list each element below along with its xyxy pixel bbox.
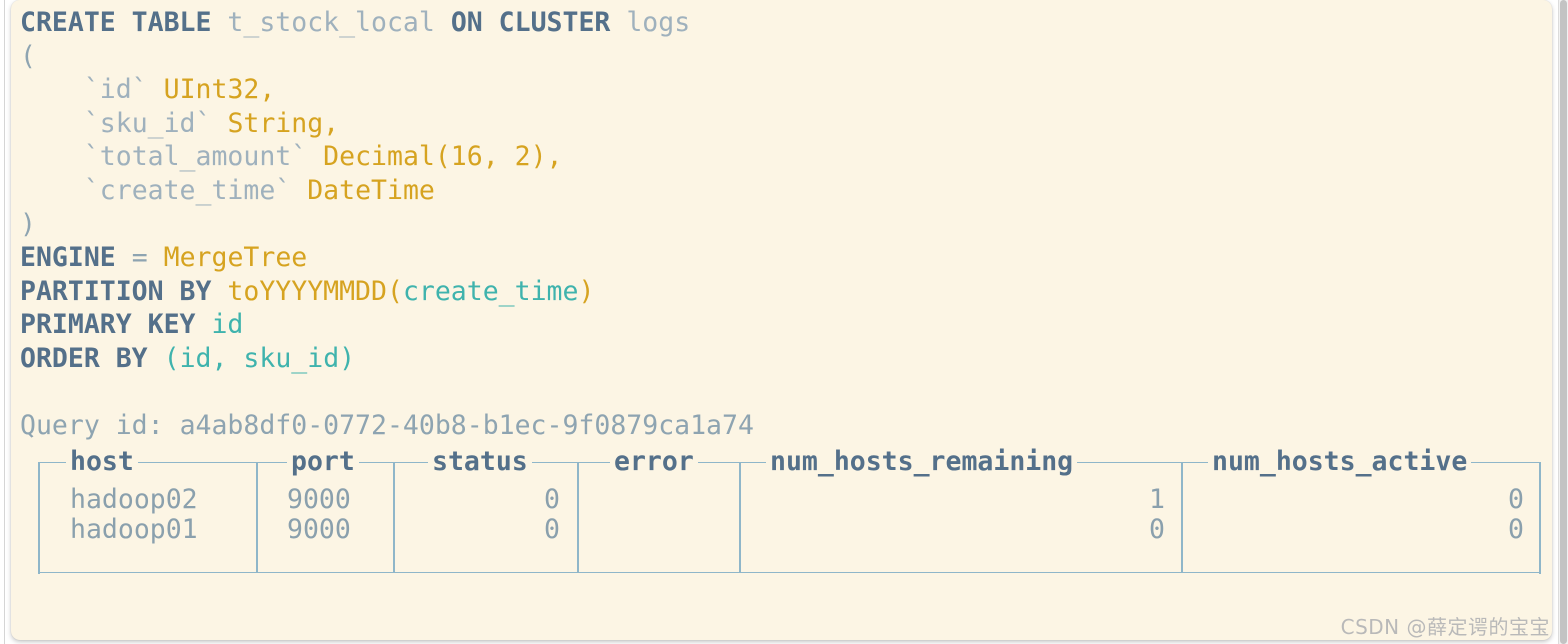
left-gutter-line [4, 0, 5, 644]
table-header-num-hosts-active: num_hosts_active [1208, 446, 1472, 477]
sql-partition-close-paren: ) [578, 275, 595, 307]
sql-column-name-1: `sku_id` [83, 107, 212, 139]
table-col-divider-1 [256, 461, 258, 572]
sql-source: CREATE TABLE t_stock_local ON CLUSTER lo… [11, 6, 1552, 443]
sql-column-type-3: DateTime [307, 174, 435, 206]
sql-engine-equals: = [131, 242, 148, 274]
table-row: 0 [544, 483, 560, 515]
sql-column-type-0: UInt32 [163, 74, 260, 106]
sql-column-comma-1: , [323, 107, 340, 139]
query-id-label: Query id: [20, 410, 164, 442]
table-col-divider-2 [393, 461, 395, 572]
vertical-scrollbar-thumb[interactable] [1560, 0, 1567, 644]
code-block-card: CREATE TABLE t_stock_local ON CLUSTER lo… [11, 0, 1552, 640]
csdn-watermark: CSDN @薛定谔的宝宝 [1340, 615, 1550, 639]
table-row: hadoop01 [70, 513, 198, 545]
table-row: 9000 [287, 513, 351, 545]
sql-column-type-2: Decimal(16, 2) [323, 141, 547, 173]
sql-table-name: t_stock_local [227, 7, 435, 38]
sql-partition-argument: create_time [402, 275, 579, 307]
table-row: 1 [1149, 483, 1165, 515]
table-header-port: port [287, 446, 359, 477]
sql-column-comma-0: , [259, 74, 276, 106]
table-header-error: error [610, 446, 698, 477]
sql-partition-function: toYYYYMMDD [227, 275, 387, 307]
sql-keyword-engine: ENGINE [20, 242, 116, 274]
table-row: 0 [1149, 513, 1165, 545]
query-result-table: host port status error num_hosts_remaini… [11, 446, 1552, 580]
query-id-value: a4ab8df0-0772-40b8-b1ec-9f0879ca1a74 [179, 410, 754, 442]
table-col-divider-3 [577, 461, 579, 572]
table-header-num-hosts-remaining: num_hosts_remaining [766, 446, 1078, 477]
sql-column-comma-2: , [546, 141, 563, 173]
sql-column-name-2: `total_amount` [83, 141, 308, 173]
sql-engine-value: MergeTree [163, 242, 308, 274]
table-row: 0 [1508, 513, 1524, 545]
sql-order-by-close-paren: ) [339, 342, 356, 374]
table-col-divider-5 [1181, 461, 1183, 572]
table-border-right [1539, 461, 1541, 574]
sql-order-by-open-paren: ( [163, 342, 180, 374]
sql-keyword-create-table: CREATE TABLE [20, 7, 212, 38]
sql-order-by-arg-1: id [179, 342, 212, 374]
table-border-bottom [38, 571, 1541, 574]
table-row: hadoop02 [70, 483, 198, 515]
table-row: 9000 [287, 483, 351, 515]
sql-keyword-order-by: ORDER BY [20, 342, 148, 374]
sql-order-by-arg-2: sku_id [243, 342, 340, 374]
screenshot-root: CREATE TABLE t_stock_local ON CLUSTER lo… [0, 0, 1568, 644]
sql-keyword-primary-key: PRIMARY KEY [20, 309, 196, 341]
sql-column-type-1: String [227, 107, 324, 139]
sql-order-by-separator: , [211, 342, 244, 374]
result-table-frame: host port status error num_hosts_remaini… [38, 446, 1541, 574]
table-border-left [38, 461, 40, 574]
table-col-divider-4 [739, 461, 741, 572]
sql-open-paren: ( [20, 40, 36, 72]
sql-column-name-0: `id` [83, 74, 148, 106]
sql-primary-key-value: id [211, 309, 244, 341]
sql-cluster-name: logs [626, 7, 691, 38]
table-header-host: host [66, 446, 138, 477]
sql-partition-open-paren: ( [386, 275, 403, 307]
sql-keyword-on-cluster: ON CLUSTER [450, 7, 611, 38]
sql-keyword-partition-by: PARTITION BY [20, 275, 212, 307]
sql-column-name-3: `create_time` [83, 174, 292, 206]
sql-close-paren: ) [20, 208, 36, 240]
table-row: 0 [544, 513, 560, 545]
code-block-content: CREATE TABLE t_stock_local ON CLUSTER lo… [11, 0, 1552, 580]
vertical-scrollbar-track[interactable] [1558, 0, 1568, 644]
table-row: 0 [1508, 483, 1524, 515]
table-header-status: status [428, 446, 532, 477]
